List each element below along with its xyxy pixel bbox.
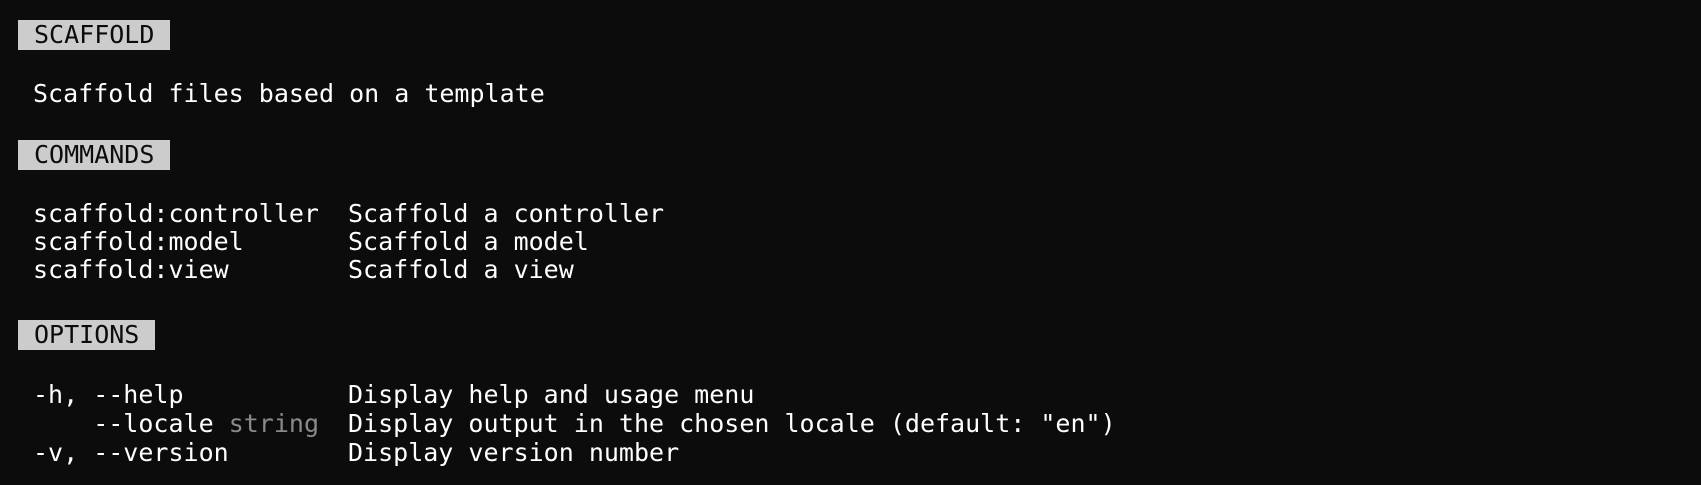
option-flag-text: -v, --version (33, 438, 229, 467)
scaffold-description: Scaffold files based on a template (33, 79, 545, 108)
option-flag-text: -h, --help (33, 380, 184, 409)
option-flags: -v, --version (33, 438, 229, 468)
option-flags: -h, --help (33, 380, 184, 410)
commands-heading: COMMANDS (18, 140, 171, 170)
option-flag-text: --locale (33, 409, 214, 438)
option-description: Display version number (348, 438, 680, 467)
command-name: scaffold:view (33, 255, 229, 284)
command-name: scaffold:model (33, 227, 244, 256)
options-heading: OPTIONS (18, 320, 156, 350)
option-flags: --locale string (33, 409, 319, 439)
option-description: Display output in the chosen locale (def… (348, 409, 1116, 438)
terminal-output: SCAFFOLD Scaffold files based on a templ… (0, 0, 1701, 485)
option-description: Display help and usage menu (348, 380, 755, 409)
scaffold-heading: SCAFFOLD (18, 20, 171, 50)
option-type: string (228, 409, 319, 438)
command-description: Scaffold a model (348, 227, 589, 256)
command-description: Scaffold a controller (348, 199, 665, 228)
command-description: Scaffold a view (348, 255, 574, 284)
command-name: scaffold:controller (33, 199, 319, 228)
